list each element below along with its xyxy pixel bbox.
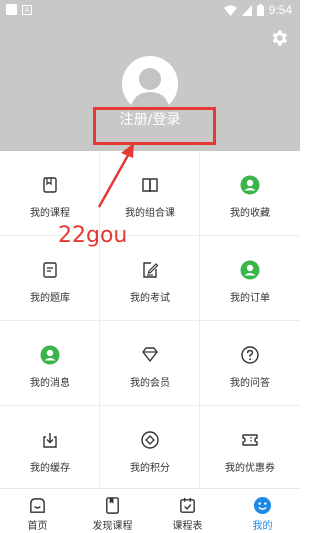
menu-label: 我的收藏 <box>230 208 270 219</box>
smiley-icon <box>253 496 272 515</box>
menu-my-messages[interactable]: 我的消息 <box>0 321 100 406</box>
tab-label: 我的 <box>252 521 273 532</box>
user-green-icon <box>240 260 260 280</box>
signal-icon <box>241 4 252 16</box>
annotation-text: 22gou <box>58 223 128 248</box>
coin-icon <box>141 431 159 449</box>
menu-label: 我的积分 <box>130 463 170 474</box>
tab-label: 首页 <box>27 521 48 532</box>
wifi-icon <box>223 5 237 16</box>
notification-a-icon: A <box>22 4 32 15</box>
download-icon <box>43 433 57 448</box>
menu-my-membership[interactable]: 我的会员 <box>100 321 200 406</box>
calendar-icon <box>180 497 195 513</box>
menu-label: 我的缓存 <box>30 463 70 474</box>
annotation-highlight-box <box>93 107 216 145</box>
menu-my-favorites[interactable]: 我的收藏 <box>200 151 300 236</box>
avatar[interactable] <box>122 56 178 112</box>
document-icon <box>43 262 57 278</box>
settings-gear-icon[interactable] <box>269 28 289 48</box>
book-icon <box>43 177 57 193</box>
menu-my-qa[interactable]: 我的问答 <box>200 321 300 406</box>
menu-label: 我的问答 <box>230 378 270 389</box>
tab-mine[interactable]: 我的 <box>225 489 300 533</box>
menu-label: 我的考试 <box>130 293 170 304</box>
tab-home[interactable]: 首页 <box>0 489 75 533</box>
home-icon <box>30 498 45 513</box>
menu-my-points[interactable]: 我的积分 <box>100 406 200 491</box>
menu-label: 我的会员 <box>130 378 170 389</box>
menu-my-downloads[interactable]: 我的缓存 <box>0 406 100 491</box>
user-green-icon <box>240 175 260 195</box>
tab-schedule[interactable]: 课程表 <box>150 489 225 533</box>
menu-grid: 我的课程 我的组合课 我的收藏 我的题库 我的考试 我的订单 我的消息 我的会员… <box>0 151 300 491</box>
tab-label: 发现课程 <box>92 521 133 532</box>
menu-label: 我的消息 <box>30 378 70 389</box>
tab-discover-courses[interactable]: 发现课程 <box>75 489 150 533</box>
menu-my-coupons[interactable]: 我的优惠券 <box>200 406 300 491</box>
menu-label: 我的组合课 <box>125 208 175 219</box>
clock: 9:54 <box>268 3 292 17</box>
user-green-icon <box>40 345 60 365</box>
menu-label: 我的订单 <box>230 293 270 304</box>
menu-label: 我的题库 <box>30 293 70 304</box>
default-avatar-icon <box>130 68 170 112</box>
question-icon <box>241 346 259 364</box>
edit-paper-icon <box>143 262 159 278</box>
status-right: 9:54 <box>223 3 292 17</box>
menu-my-orders[interactable]: 我的订单 <box>200 236 300 321</box>
bottom-tab-bar: 首页 发现课程 课程表 我的 <box>0 488 300 533</box>
notification-square-icon <box>6 4 17 15</box>
battery-icon <box>256 4 264 16</box>
menu-label: 我的课程 <box>30 208 70 219</box>
open-book-icon <box>142 178 158 193</box>
ticket-icon <box>242 434 258 446</box>
discover-icon <box>106 497 119 514</box>
tab-label: 课程表 <box>172 521 203 532</box>
diamond-icon <box>142 347 158 362</box>
menu-label: 我的优惠券 <box>225 463 275 474</box>
status-bar: A 9:54 <box>0 0 300 20</box>
notification-icons: A <box>6 4 32 15</box>
